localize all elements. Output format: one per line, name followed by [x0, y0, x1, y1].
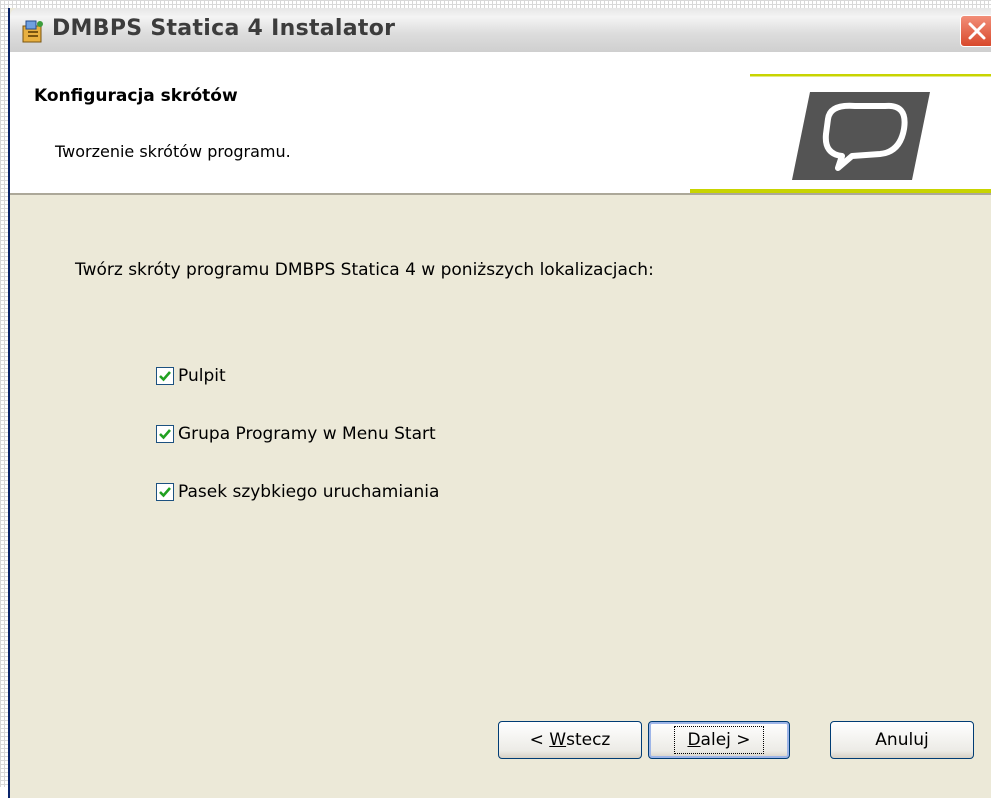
checkbox-desktop[interactable] [156, 367, 174, 385]
checkbox-quick-launch[interactable] [156, 483, 174, 501]
window-title: DMBPS Statica 4 Instalator [52, 16, 396, 41]
close-icon [968, 22, 986, 40]
installer-icon [20, 18, 46, 44]
back-mnemonic: W [549, 730, 567, 750]
option-start-menu[interactable]: Grupa Programy w Menu Start [156, 422, 436, 446]
title-bar[interactable]: DMBPS Statica 4 Instalator [10, 8, 991, 52]
back-prefix: < [529, 730, 550, 750]
next-button[interactable]: Dalej > [648, 721, 790, 759]
cancel-button[interactable]: Anuluj [830, 721, 974, 759]
back-button[interactable]: < Wstecz [498, 721, 642, 759]
next-button-label: Dalej > [674, 726, 764, 754]
check-icon [159, 487, 171, 498]
dmbps-logo [690, 74, 991, 193]
page-title: Konfiguracja skrótów [34, 86, 238, 106]
option-label: Grupa Programy w Menu Start [178, 424, 436, 444]
installer-window: DMBPS Statica 4 Instalator Konfiguracja … [8, 8, 991, 798]
option-desktop[interactable]: Pulpit [156, 364, 226, 388]
next-rest: alej > [700, 730, 751, 750]
check-icon [159, 429, 171, 440]
back-button-label: < Wstecz [530, 730, 611, 750]
option-label: Pasek szybkiego uruchamiania [178, 482, 440, 502]
next-mnemonic: D [687, 730, 701, 750]
back-rest: stecz [566, 730, 611, 750]
instruction-text: Twórz skróty programu DMBPS Statica 4 w … [75, 260, 654, 280]
cancel-label: Anuluj [875, 730, 929, 750]
checkbox-start-menu[interactable] [156, 425, 174, 443]
option-quick-launch[interactable]: Pasek szybkiego uruchamiania [156, 480, 439, 504]
close-button[interactable] [960, 15, 991, 47]
option-label: Pulpit [178, 366, 226, 386]
page-subtitle: Tworzenie skrótów programu. [55, 142, 291, 161]
check-icon [159, 371, 171, 382]
header-banner: Konfiguracja skrótów Tworzenie skrótów p… [10, 52, 991, 195]
